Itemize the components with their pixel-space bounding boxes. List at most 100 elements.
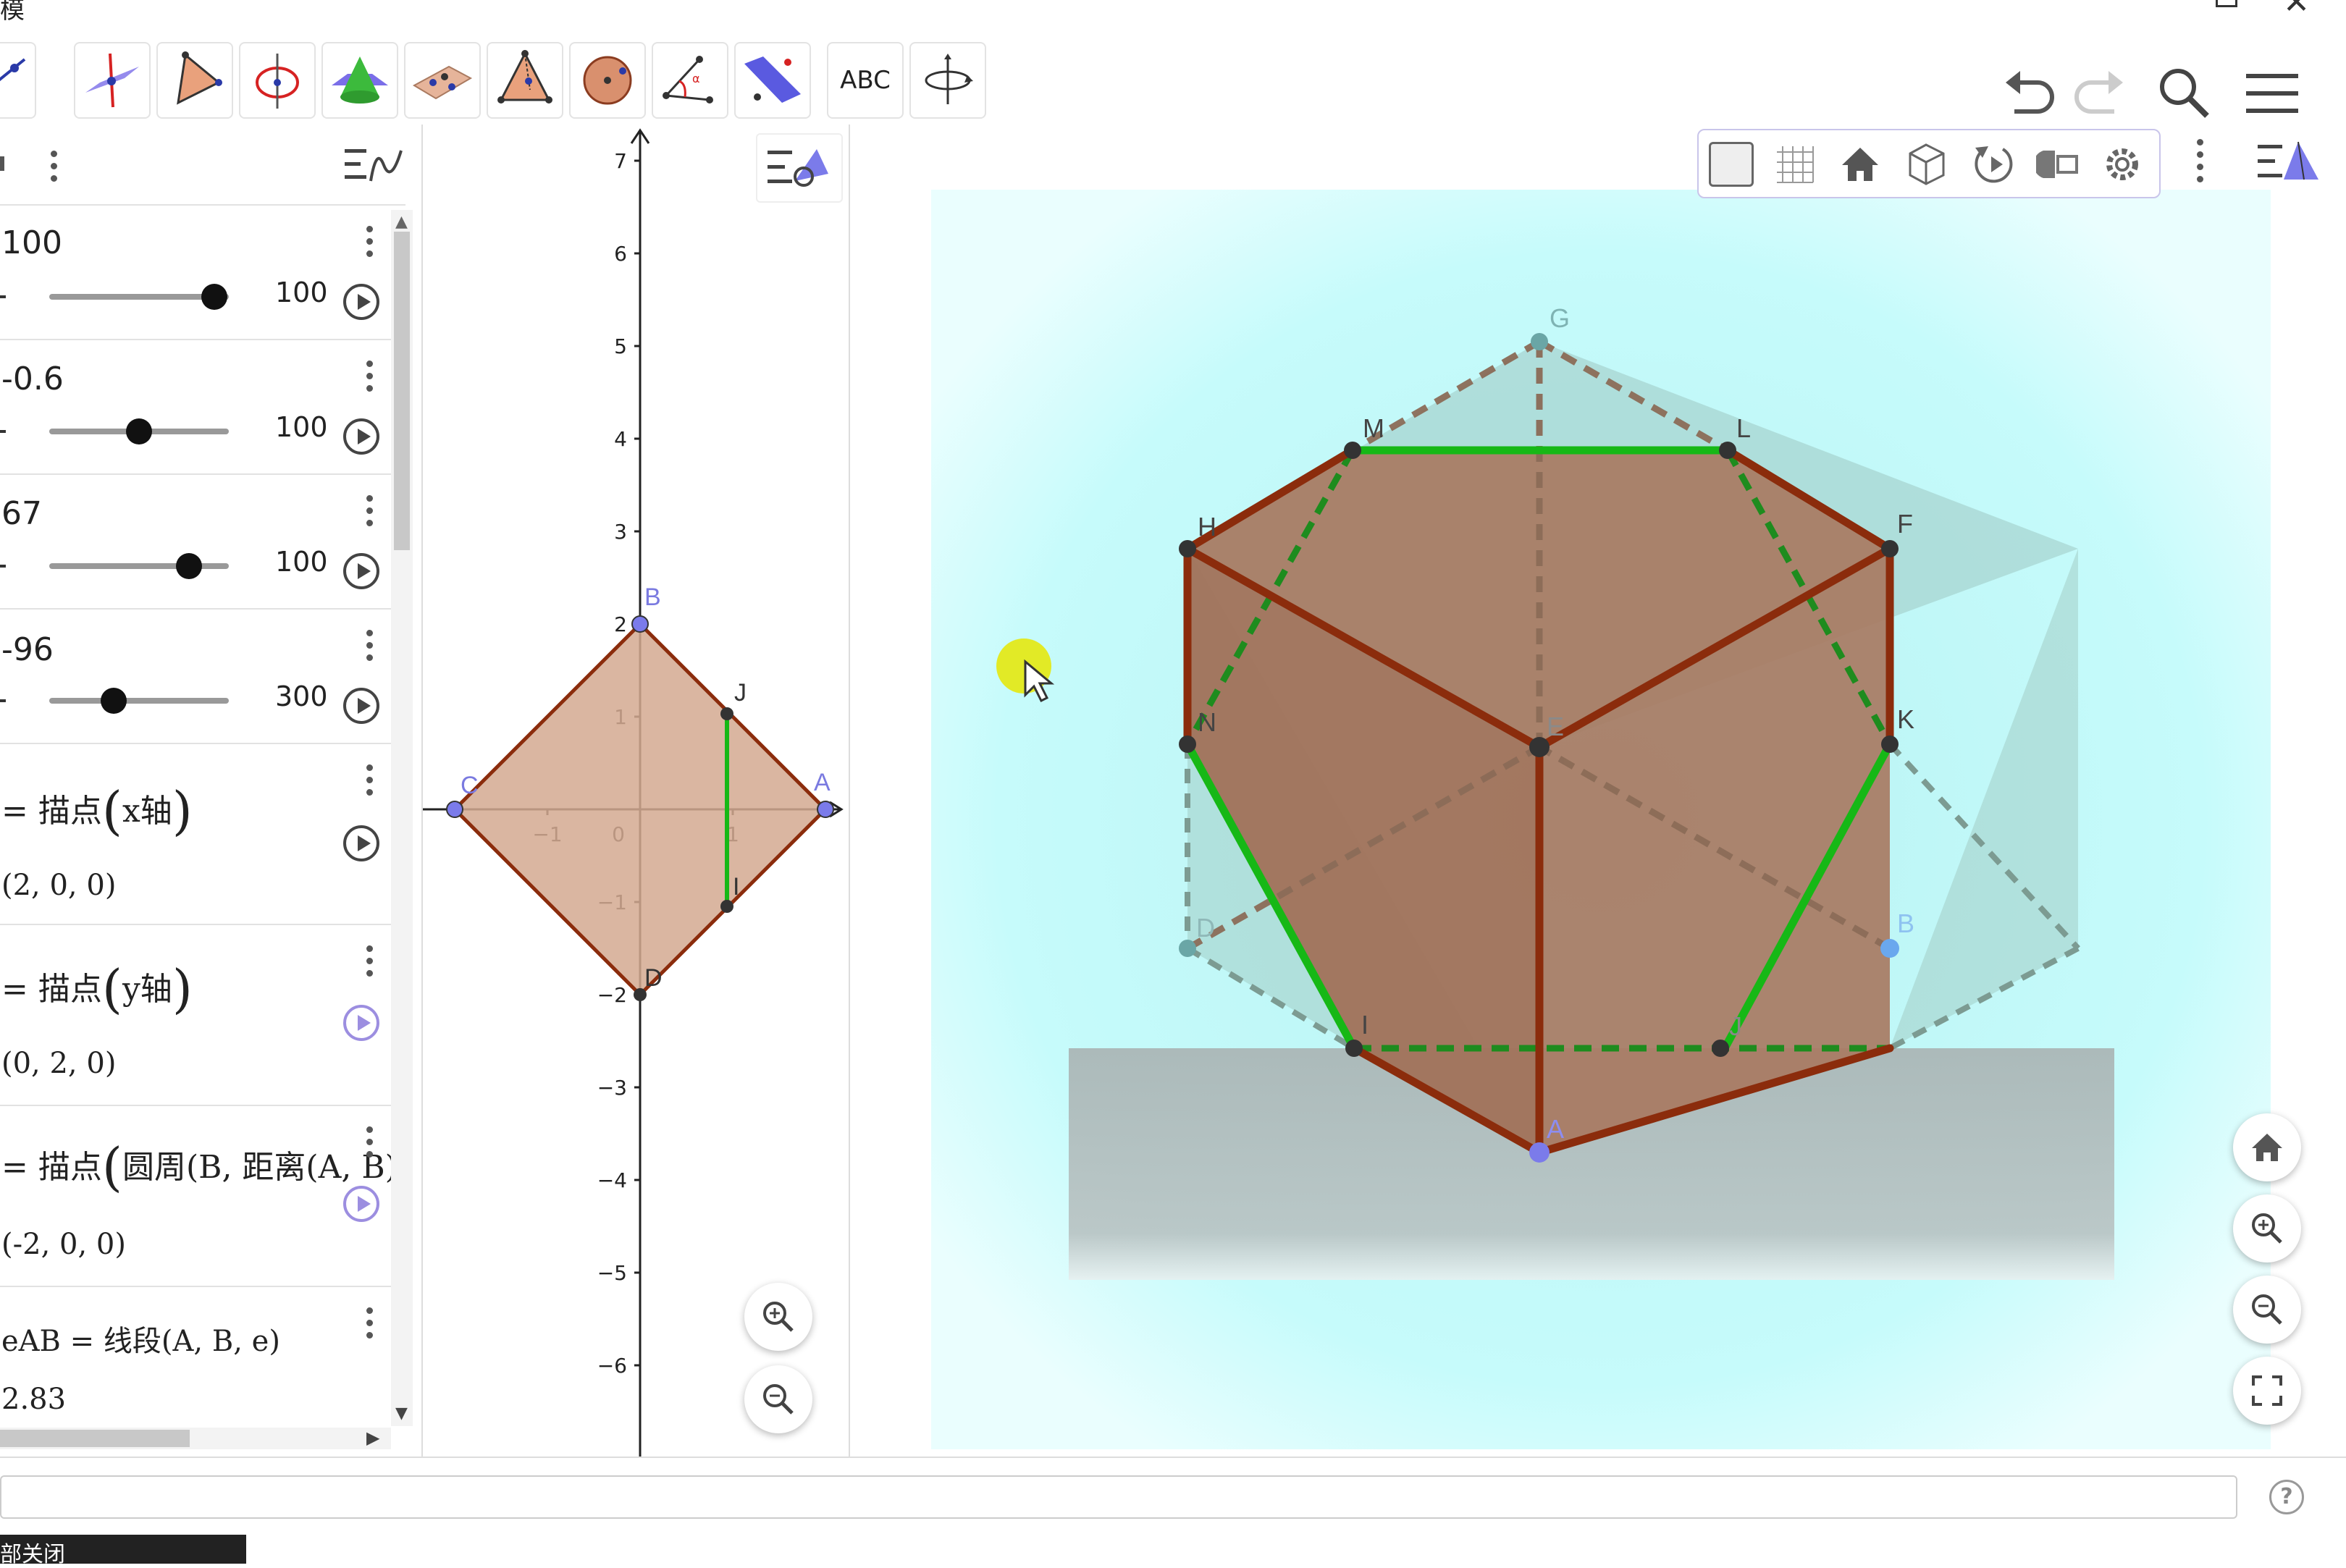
square-polygon[interactable] (452, 621, 828, 998)
view-direction-icon[interactable] (1904, 140, 1949, 187)
algebra-style-icon[interactable] (343, 143, 405, 187)
slider-knob[interactable] (176, 553, 203, 579)
help-button[interactable]: ? (2269, 1480, 2304, 1514)
input-field[interactable] (0, 1475, 2237, 1519)
rotate-view-icon[interactable] (1971, 140, 2016, 187)
projection-icon[interactable] (2036, 143, 2081, 185)
taskbar-text[interactable]: 部关闭 (0, 1536, 65, 1568)
text-tool[interactable]: ABC (827, 42, 904, 119)
maximize-icon[interactable] (2216, 0, 2237, 7)
trace-prefix: = 描点 (1, 971, 102, 1008)
main-menu-icon[interactable] (2245, 72, 2300, 119)
row-menu-icon[interactable] (366, 1126, 374, 1163)
plane-through-points-tool-icon[interactable] (404, 42, 481, 119)
slider-track[interactable] (49, 688, 229, 714)
slider-knob[interactable] (201, 284, 228, 310)
point-d-3d[interactable] (1179, 940, 1196, 957)
pyramid-tool-icon[interactable] (156, 42, 233, 119)
scrollbar-thumb[interactable] (394, 232, 410, 550)
point-b-3d[interactable] (1880, 939, 1899, 958)
paren: ) (172, 780, 193, 841)
trace-definition[interactable]: = 描点(圆周(B, 距离(A, B), 纟 (1, 1137, 392, 1197)
point-h[interactable] (1179, 540, 1196, 557)
trace-definition[interactable]: = 描点(y轴) (1, 958, 193, 1019)
redo-icon[interactable] (2071, 65, 2129, 119)
point-k[interactable] (1881, 735, 1899, 753)
zoom-in-button[interactable] (2233, 1194, 2301, 1263)
point-c[interactable] (446, 801, 463, 818)
reflect-about-plane-tool-icon[interactable] (734, 42, 811, 119)
settings-gear-icon[interactable] (2100, 142, 2145, 187)
grid-toggle-icon[interactable] (1773, 142, 1817, 187)
slider-value[interactable]: -96 (1, 631, 54, 668)
slider-track[interactable] (49, 418, 229, 444)
slider-track[interactable] (49, 284, 229, 310)
more-options-icon[interactable] (51, 151, 58, 187)
point-f[interactable] (1881, 540, 1899, 557)
zoom-out-button[interactable] (744, 1365, 812, 1433)
point-m[interactable] (1344, 442, 1361, 459)
slider-value[interactable]: 100 (1, 224, 62, 261)
play-icon[interactable] (343, 1005, 379, 1041)
perpendicular-plane-tool-icon[interactable] (74, 42, 151, 119)
row-menu-icon[interactable] (366, 945, 374, 982)
background-toggle-icon[interactable] (1709, 142, 1754, 187)
rotate-view-tool-icon[interactable] (909, 42, 986, 119)
panel-handle-icon[interactable] (0, 156, 4, 171)
point-b[interactable] (631, 615, 649, 633)
zoom-out-button[interactable] (2233, 1276, 2301, 1344)
segment-definition[interactable]: eAB = 线段(A, B, e) (1, 1318, 280, 1360)
angle-tool-icon[interactable]: α (652, 42, 728, 119)
undo-icon[interactable] (2000, 65, 2058, 119)
slider-value[interactable]: -0.6 (1, 361, 64, 397)
play-icon[interactable] (343, 1186, 379, 1222)
point-n[interactable] (1179, 735, 1196, 753)
scroll-up-icon[interactable]: ▲ (395, 213, 408, 231)
line-tool-icon[interactable] (0, 42, 36, 119)
point-i-3d[interactable] (1345, 1040, 1363, 1057)
play-icon[interactable] (343, 284, 379, 320)
scroll-right-icon[interactable]: ▶ (366, 1428, 379, 1448)
point-a-3d[interactable] (1529, 1142, 1550, 1163)
row-menu-icon[interactable] (366, 495, 374, 532)
point-i[interactable] (720, 900, 733, 913)
row-menu-icon[interactable] (366, 361, 374, 397)
home-view-icon[interactable] (1839, 143, 1881, 185)
scroll-down-icon[interactable]: ▼ (395, 1404, 408, 1422)
point-j-3d[interactable] (1712, 1040, 1729, 1057)
play-icon[interactable] (343, 688, 379, 724)
trace-row-circle: = 描点(圆周(B, 距离(A, B), 纟 (-2, 0, 0) (0, 1106, 392, 1287)
rotate-around-line-tool-icon[interactable] (239, 42, 316, 119)
graphics-view-3d[interactable]: G M L H F N K E D B I J A (852, 125, 2346, 1457)
point-j[interactable] (720, 707, 733, 720)
tetrahedron-tool-icon[interactable] (487, 42, 563, 119)
play-icon[interactable] (343, 553, 379, 589)
row-menu-icon[interactable] (366, 764, 374, 801)
play-icon[interactable] (343, 418, 379, 455)
fullscreen-button[interactable] (2233, 1357, 2301, 1425)
sphere-tool-icon[interactable] (569, 42, 646, 119)
row-menu-icon[interactable] (366, 630, 374, 667)
search-icon[interactable] (2155, 65, 2213, 126)
row-menu-icon[interactable] (366, 226, 374, 263)
scrollbar-thumb[interactable] (0, 1430, 190, 1447)
play-icon[interactable] (343, 825, 379, 861)
slider-track[interactable] (49, 553, 229, 579)
zoom-in-button[interactable] (744, 1283, 812, 1351)
graphics-view-2d[interactable]: 7 6 5 4 3 2 1 −1 −2 −3 −4 −5 −6 −1 0 1 (423, 125, 850, 1457)
point-l[interactable] (1719, 442, 1736, 459)
cone-tool-icon[interactable] (321, 42, 398, 119)
point-g[interactable] (1531, 333, 1548, 350)
row-menu-icon[interactable] (366, 1307, 374, 1344)
point-a[interactable] (817, 801, 834, 818)
slider-value[interactable]: 67 (1, 495, 42, 532)
slider-knob[interactable] (101, 688, 127, 714)
trace-definition[interactable]: = 描点(x轴) (1, 780, 193, 841)
home-icon (2252, 1134, 2282, 1161)
home-view-button[interactable] (2233, 1113, 2301, 1181)
graphics-style-bar-toggle[interactable] (756, 133, 843, 203)
more-options-icon[interactable] (2197, 139, 2204, 188)
slider-knob[interactable] (126, 418, 152, 444)
style-bar-toggle-icon[interactable] (2256, 139, 2321, 185)
close-icon[interactable]: ✕ (2283, 0, 2310, 21)
